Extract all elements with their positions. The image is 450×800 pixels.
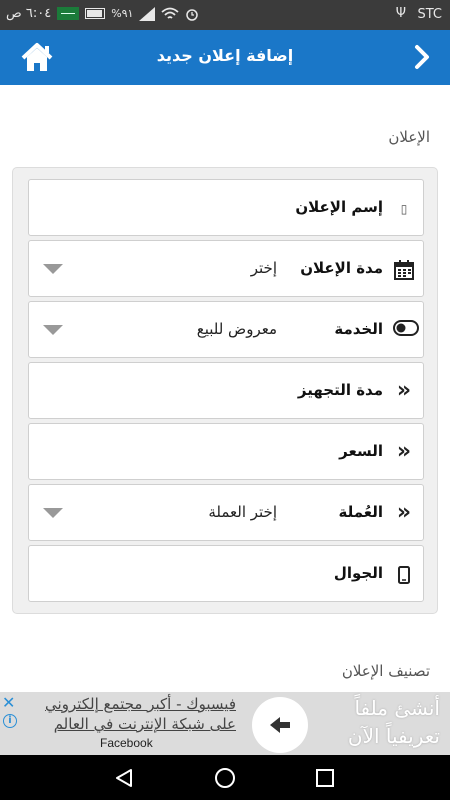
status-time: ٦:٠٤ ص — [6, 6, 52, 21]
system-nav-bar — [0, 755, 450, 800]
double-chevron-right-icon: » — [396, 439, 412, 464]
calendar-icon — [393, 259, 415, 281]
price-field[interactable]: » السعر — [28, 423, 424, 480]
prep-label: مدة التجهيز — [297, 381, 383, 399]
usb-icon: Ψ — [395, 6, 406, 21]
signal-icon — [139, 6, 156, 21]
wifi-icon — [161, 7, 180, 19]
price-label: السعر — [339, 442, 383, 460]
arrow-left-icon — [270, 717, 290, 733]
section-classification-label: تصنيف الإعلان — [341, 662, 430, 680]
nav-home-icon[interactable] — [214, 767, 236, 789]
caret-down-icon — [43, 325, 63, 335]
status-left: ٦:٠٤ ص %٩١ — [6, 6, 199, 21]
info-icon[interactable]: i — [3, 714, 17, 728]
currency-select[interactable]: » العُملة إختر العملة — [28, 484, 424, 541]
currency-value: إختر العملة — [208, 503, 277, 521]
mobile-label: الجوال — [333, 564, 383, 582]
home-icon — [21, 43, 53, 71]
currency-label: العُملة — [338, 503, 383, 521]
page-title: إضافة إعلان جديد — [156, 46, 294, 65]
nav-back-icon[interactable] — [113, 767, 135, 789]
nav-recents-icon[interactable] — [315, 768, 335, 788]
home-button[interactable] — [20, 42, 54, 74]
mobile-field[interactable]: الجوال — [28, 545, 424, 602]
ad-cta-button[interactable] — [252, 697, 308, 753]
ad-name-field[interactable]: ▯ إسم الإعلان — [28, 179, 424, 236]
double-chevron-right-icon: » — [396, 500, 412, 525]
ad-logo-text: أنشئ ملفاً تعريفياً الآن — [347, 696, 440, 748]
ad-name-label: إسم الإعلان — [295, 198, 383, 216]
toggle-icon — [393, 320, 419, 342]
carrier-name: STC — [417, 7, 442, 22]
service-value: معروض للبيع — [196, 320, 277, 338]
mobile-phone-icon — [393, 564, 415, 586]
ad-form-panel: ▯ إسم الإعلان مدة الإعلان إختر الخدمة مع… — [12, 167, 438, 614]
close-icon[interactable]: ✕ — [2, 693, 15, 712]
placeholder-icon: ▯ — [400, 202, 408, 216]
duration-value: إختر — [250, 259, 277, 277]
battery-level: %٩١ — [111, 7, 134, 20]
duration-select[interactable]: مدة الإعلان إختر — [28, 240, 424, 297]
flag-icon — [57, 7, 80, 20]
alarm-icon — [186, 8, 199, 21]
status-bar: ٦:٠٤ ص %٩١ Ψ STC — [0, 0, 450, 30]
service-select[interactable]: الخدمة معروض للبيع — [28, 301, 424, 358]
double-chevron-right-icon: » — [396, 378, 412, 403]
duration-label: مدة الإعلان — [300, 259, 383, 277]
ad-advertiser: Facebook — [100, 736, 153, 750]
ad-logo: أنشئ ملفاً تعريفياً الآن — [322, 692, 450, 755]
caret-down-icon — [43, 508, 63, 518]
battery-icon — [85, 8, 106, 19]
service-label: الخدمة — [334, 320, 383, 338]
prep-duration-field[interactable]: » مدة التجهيز — [28, 362, 424, 419]
caret-down-icon — [43, 264, 63, 274]
section-ad-label: الإعلان — [388, 128, 430, 146]
ad-body-text[interactable]: فيسبوك - أكبر مجتمع إلكتروني على شبكة ال… — [22, 694, 236, 734]
ad-banner[interactable]: ✕ i فيسبوك - أكبر مجتمع إلكتروني على شبك… — [0, 692, 450, 755]
app-header: إضافة إعلان جديد — [0, 30, 450, 85]
